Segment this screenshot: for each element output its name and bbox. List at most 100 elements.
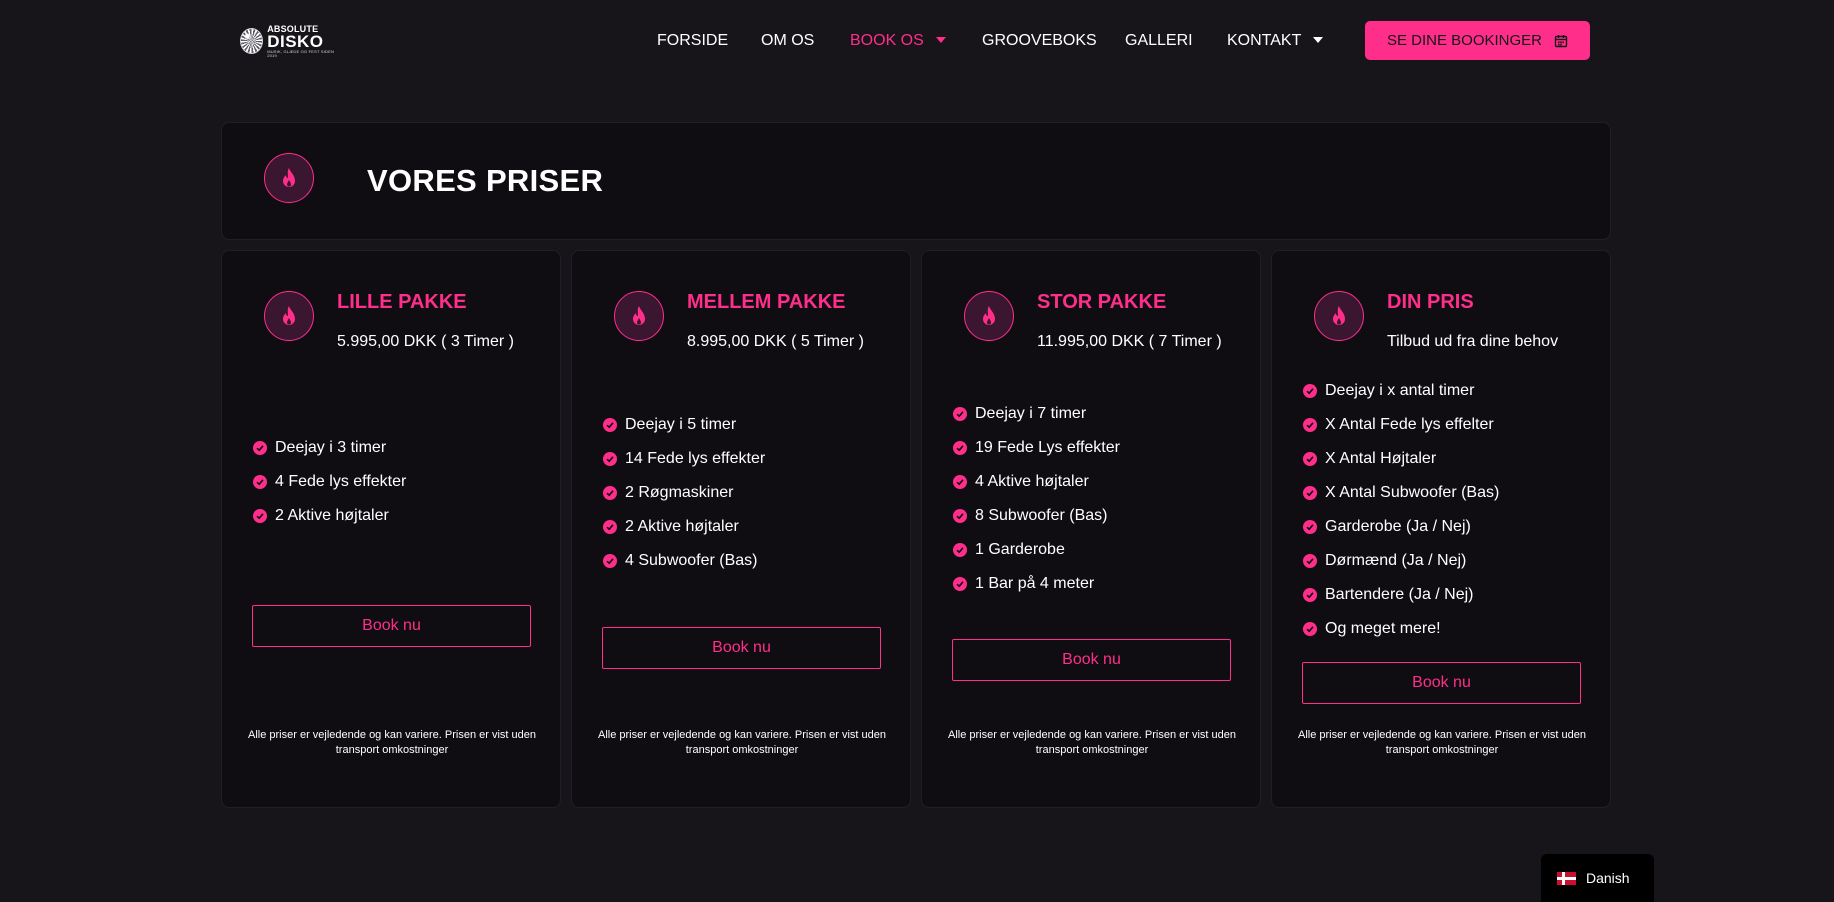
feature-label: Og meget mere! <box>1325 620 1441 637</box>
feature-list: Deejay i 7 timer 19 Fede Lys effekter 4 … <box>953 397 1120 601</box>
nav-item-galleri[interactable]: GALLERI <box>1125 29 1193 53</box>
check-circle-icon <box>603 452 617 466</box>
check-circle-icon <box>953 407 967 421</box>
chevron-down-icon[interactable] <box>935 36 946 43</box>
list-item: X Antal Højtaler <box>1303 442 1499 476</box>
price-disclaimer: Alle priser er vejledende og kan variere… <box>598 729 886 756</box>
feature-label: X Antal Fede lys effelter <box>1325 416 1494 433</box>
feature-label: Deejay i 7 timer <box>975 405 1087 422</box>
feature-list: Deejay i 5 timer 14 Fede lys effekter 2 … <box>603 408 765 578</box>
flame-badge <box>264 291 314 341</box>
check-circle-icon <box>1303 486 1317 500</box>
list-item: 4 Subwoofer (Bas) <box>603 544 765 578</box>
list-item: 4 Fede lys effekter <box>253 465 406 499</box>
list-item: 2 Røgmaskiner <box>603 476 765 510</box>
language-label: Danish <box>1586 870 1630 886</box>
nav-item-book-os[interactable]: BOOK OS <box>850 29 946 53</box>
nav-item-label: OM OS <box>761 32 815 49</box>
list-item: Dørmænd (Ja / Nej) <box>1303 544 1499 578</box>
check-circle-icon <box>253 475 267 489</box>
check-circle-icon <box>953 441 967 455</box>
price-disclaimer: Alle priser er vejledende og kan variere… <box>1298 729 1586 756</box>
list-item: Deejay i 3 timer <box>253 431 406 465</box>
check-circle-icon <box>1303 418 1317 432</box>
feature-label: 4 Fede lys effekter <box>275 473 407 490</box>
feature-list: Deejay i 3 timer 4 Fede lys effekter 2 A… <box>253 431 406 533</box>
check-circle-icon <box>953 577 967 591</box>
nav-item-label: GALLERI <box>1125 32 1193 49</box>
list-item: Deejay i x antal timer <box>1303 374 1499 408</box>
list-item: X Antal Fede lys effelter <box>1303 408 1499 442</box>
list-item: 2 Aktive højtaler <box>253 499 406 533</box>
package-price: 11.995,00 DKK ( 7 Timer ) <box>1037 333 1222 350</box>
flame-icon <box>983 306 995 325</box>
check-circle-icon <box>253 509 267 523</box>
feature-label: 14 Fede lys effekter <box>625 450 766 467</box>
package-card-stor: STOR PAKKE 11.995,00 DKK ( 7 Timer ) Dee… <box>921 250 1261 808</box>
price-disclaimer: Alle priser er vejledende og kan variere… <box>248 729 536 756</box>
check-circle-icon <box>953 543 967 557</box>
book-now-button[interactable]: Book nu <box>952 639 1231 681</box>
feature-label: X Antal Højtaler <box>1325 450 1437 467</box>
flame-icon <box>283 168 295 187</box>
feature-label: 4 Aktive højtaler <box>975 473 1089 490</box>
feature-label: 4 Subwoofer (Bas) <box>625 552 758 569</box>
package-name: STOR PAKKE <box>1037 291 1167 313</box>
feature-label: Deejay i 3 timer <box>275 439 387 456</box>
feature-label: 1 Bar på 4 meter <box>975 575 1095 592</box>
list-item: 8 Subwoofer (Bas) <box>953 499 1120 533</box>
package-card-mellem: MELLEM PAKKE 8.995,00 DKK ( 5 Timer ) De… <box>571 250 911 808</box>
check-circle-icon <box>1303 622 1317 636</box>
package-name: LILLE PAKKE <box>337 291 467 313</box>
book-now-button[interactable]: Book nu <box>602 627 881 669</box>
prices-title-card: VORES PRISER <box>221 122 1611 240</box>
nav-item-label: BOOK OS <box>850 32 924 49</box>
list-item: 2 Aktive højtaler <box>603 510 765 544</box>
nav-item-label: FORSIDE <box>657 32 729 49</box>
nav-item-grooveboks[interactable]: GROOVEBOKS <box>982 29 1097 53</box>
book-now-button[interactable]: Book nu <box>252 605 531 647</box>
nav-item-label: KONTAKT <box>1227 32 1302 49</box>
language-switcher[interactable]: Danish <box>1541 854 1654 902</box>
list-item: X Antal Subwoofer (Bas) <box>1303 476 1499 510</box>
nav-item-om-os[interactable]: OM OS <box>761 29 814 53</box>
check-circle-icon <box>603 520 617 534</box>
feature-label: Deejay i x antal timer <box>1325 382 1475 399</box>
flame-icon <box>283 306 295 325</box>
list-item: 14 Fede lys effekter <box>603 442 765 476</box>
package-name: DIN PRIS <box>1387 291 1474 313</box>
feature-label: 1 Garderobe <box>975 541 1065 558</box>
package-price: 5.995,00 DKK ( 3 Timer ) <box>337 333 514 350</box>
see-bookings-button[interactable]: SE DINE BOOKINGER <box>1365 21 1590 60</box>
feature-label: X Antal Subwoofer (Bas) <box>1325 484 1500 501</box>
flame-badge <box>964 291 1014 341</box>
price-disclaimer: Alle priser er vejledende og kan variere… <box>948 729 1236 756</box>
package-card-lille: LILLE PAKKE 5.995,00 DKK ( 3 Timer ) Dee… <box>221 250 561 808</box>
nav-item-kontakt[interactable]: KONTAKT <box>1227 29 1324 53</box>
chevron-down-icon[interactable] <box>1313 36 1324 43</box>
flame-badge <box>1314 291 1364 341</box>
package-name: MELLEM PAKKE <box>687 291 846 313</box>
book-now-button[interactable]: Book nu <box>1302 662 1581 704</box>
feature-label: Dørmænd (Ja / Nej) <box>1325 552 1467 569</box>
page-title: VORES PRISER <box>367 163 604 198</box>
feature-label: 19 Fede Lys effekter <box>975 439 1120 456</box>
feature-label: 2 Røgmaskiner <box>625 484 734 501</box>
feature-label: 8 Subwoofer (Bas) <box>975 507 1108 524</box>
nav-item-forside[interactable]: FORSIDE <box>657 29 728 53</box>
list-item: Og meget mere! <box>1303 612 1499 646</box>
see-bookings-label: SE DINE BOOKINGER <box>1386 32 1543 49</box>
package-card-din-pris: DIN PRIS Tilbud ud fra dine behov Deejay… <box>1271 250 1611 808</box>
feature-list: Deejay i x antal timer X Antal Fede lys … <box>1303 374 1499 646</box>
feature-label: Deejay i 5 timer <box>625 416 737 433</box>
list-item: Garderobe (Ja / Nej) <box>1303 510 1499 544</box>
list-item: Deejay i 5 timer <box>603 408 765 442</box>
feature-label: 2 Aktive højtaler <box>275 507 389 524</box>
feature-label: Garderobe (Ja / Nej) <box>1325 518 1471 535</box>
check-circle-icon <box>603 554 617 568</box>
check-circle-icon <box>953 509 967 523</box>
calendar-icon <box>1554 34 1568 47</box>
package-price: Tilbud ud fra dine behov <box>1387 333 1559 350</box>
check-circle-icon <box>253 441 267 455</box>
check-circle-icon <box>1303 384 1317 398</box>
